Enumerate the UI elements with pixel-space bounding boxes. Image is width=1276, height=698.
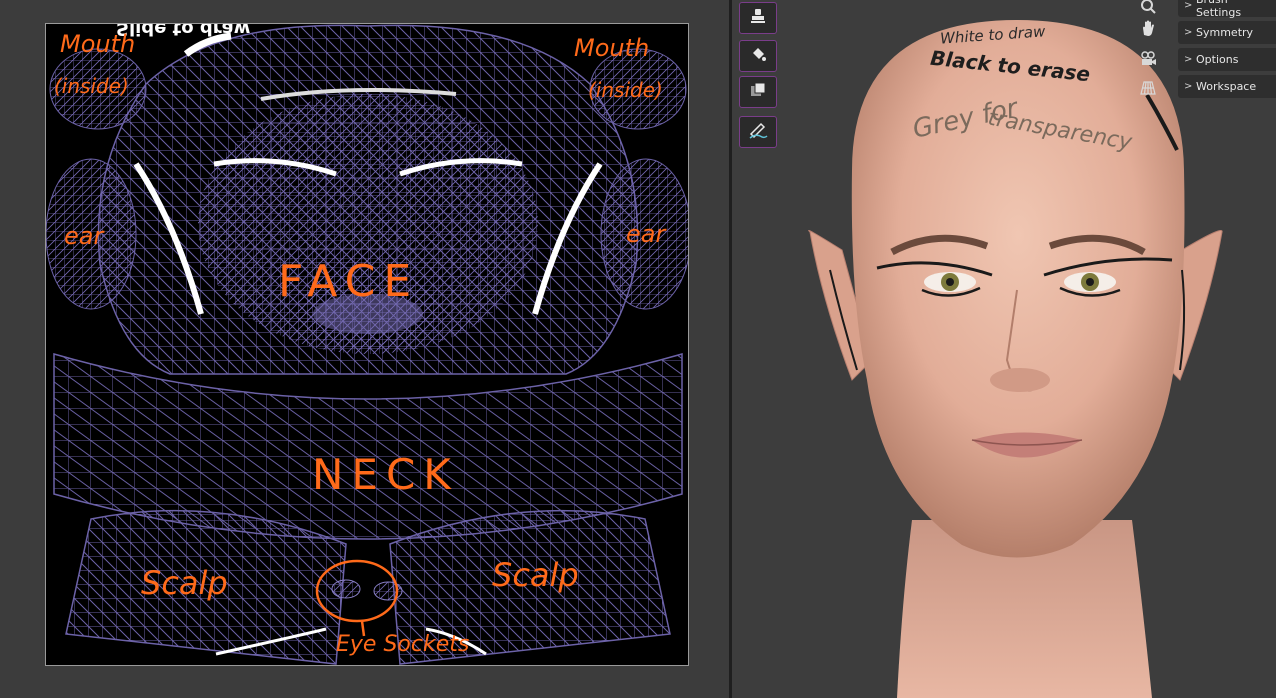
annotate-tool-button[interactable]	[739, 116, 777, 148]
panel-label: Symmetry	[1196, 26, 1254, 39]
hand-pan-icon[interactable]	[1136, 16, 1160, 40]
label-scalp-left: Scalp	[141, 564, 228, 602]
chevron-right-icon: >	[1184, 27, 1193, 38]
panel-label: Workspace	[1196, 80, 1257, 93]
fill-tool-button[interactable]	[739, 40, 777, 72]
clone-tool-button[interactable]	[739, 2, 777, 34]
label-ear-right: ear	[626, 220, 666, 248]
panel-options[interactable]: > Options	[1178, 48, 1276, 71]
panel-label: Options	[1196, 53, 1239, 66]
uv-texture-canvas[interactable]: Slide to draw Mouth (inside) Mouth (insi…	[45, 23, 689, 666]
label-neck: NECK	[312, 450, 459, 499]
chevron-right-icon: >	[1184, 0, 1193, 11]
annotate-pen-icon	[748, 121, 768, 143]
panel-workspace[interactable]: > Workspace	[1178, 75, 1276, 98]
label-mouth-right-sub: (inside)	[588, 78, 663, 102]
panel-brush-settings[interactable]: > Brush Settings	[1178, 0, 1276, 19]
uv-editor[interactable]: Slide to draw Mouth (inside) Mouth (insi…	[0, 0, 728, 698]
label-face: FACE	[278, 256, 420, 307]
chevron-right-icon: >	[1184, 54, 1193, 65]
chevron-right-icon: >	[1184, 81, 1193, 92]
mask-tool-button[interactable]	[739, 76, 777, 108]
clone-stamp-icon	[749, 7, 767, 29]
panel-label: Brush Settings	[1195, 0, 1242, 19]
camera-icon[interactable]	[1136, 46, 1160, 70]
label-scalp-right: Scalp	[492, 556, 579, 594]
label-mouth-left-sub: (inside)	[54, 74, 129, 98]
fill-bucket-icon	[749, 45, 767, 67]
label-ear-left: ear	[64, 222, 104, 250]
uv-header-text: Slide to draw	[116, 23, 251, 39]
label-mouth-left: Mouth	[60, 30, 136, 58]
3d-viewport[interactable]: White to draw Black to erase Grey for tr…	[732, 0, 1276, 698]
panel-symmetry[interactable]: > Symmetry	[1178, 21, 1276, 44]
grid-perspective-icon[interactable]	[1136, 76, 1160, 100]
label-mouth-right: Mouth	[574, 34, 650, 62]
mask-icon	[749, 81, 767, 103]
label-eye-sockets: Eye Sockets	[336, 632, 470, 657]
